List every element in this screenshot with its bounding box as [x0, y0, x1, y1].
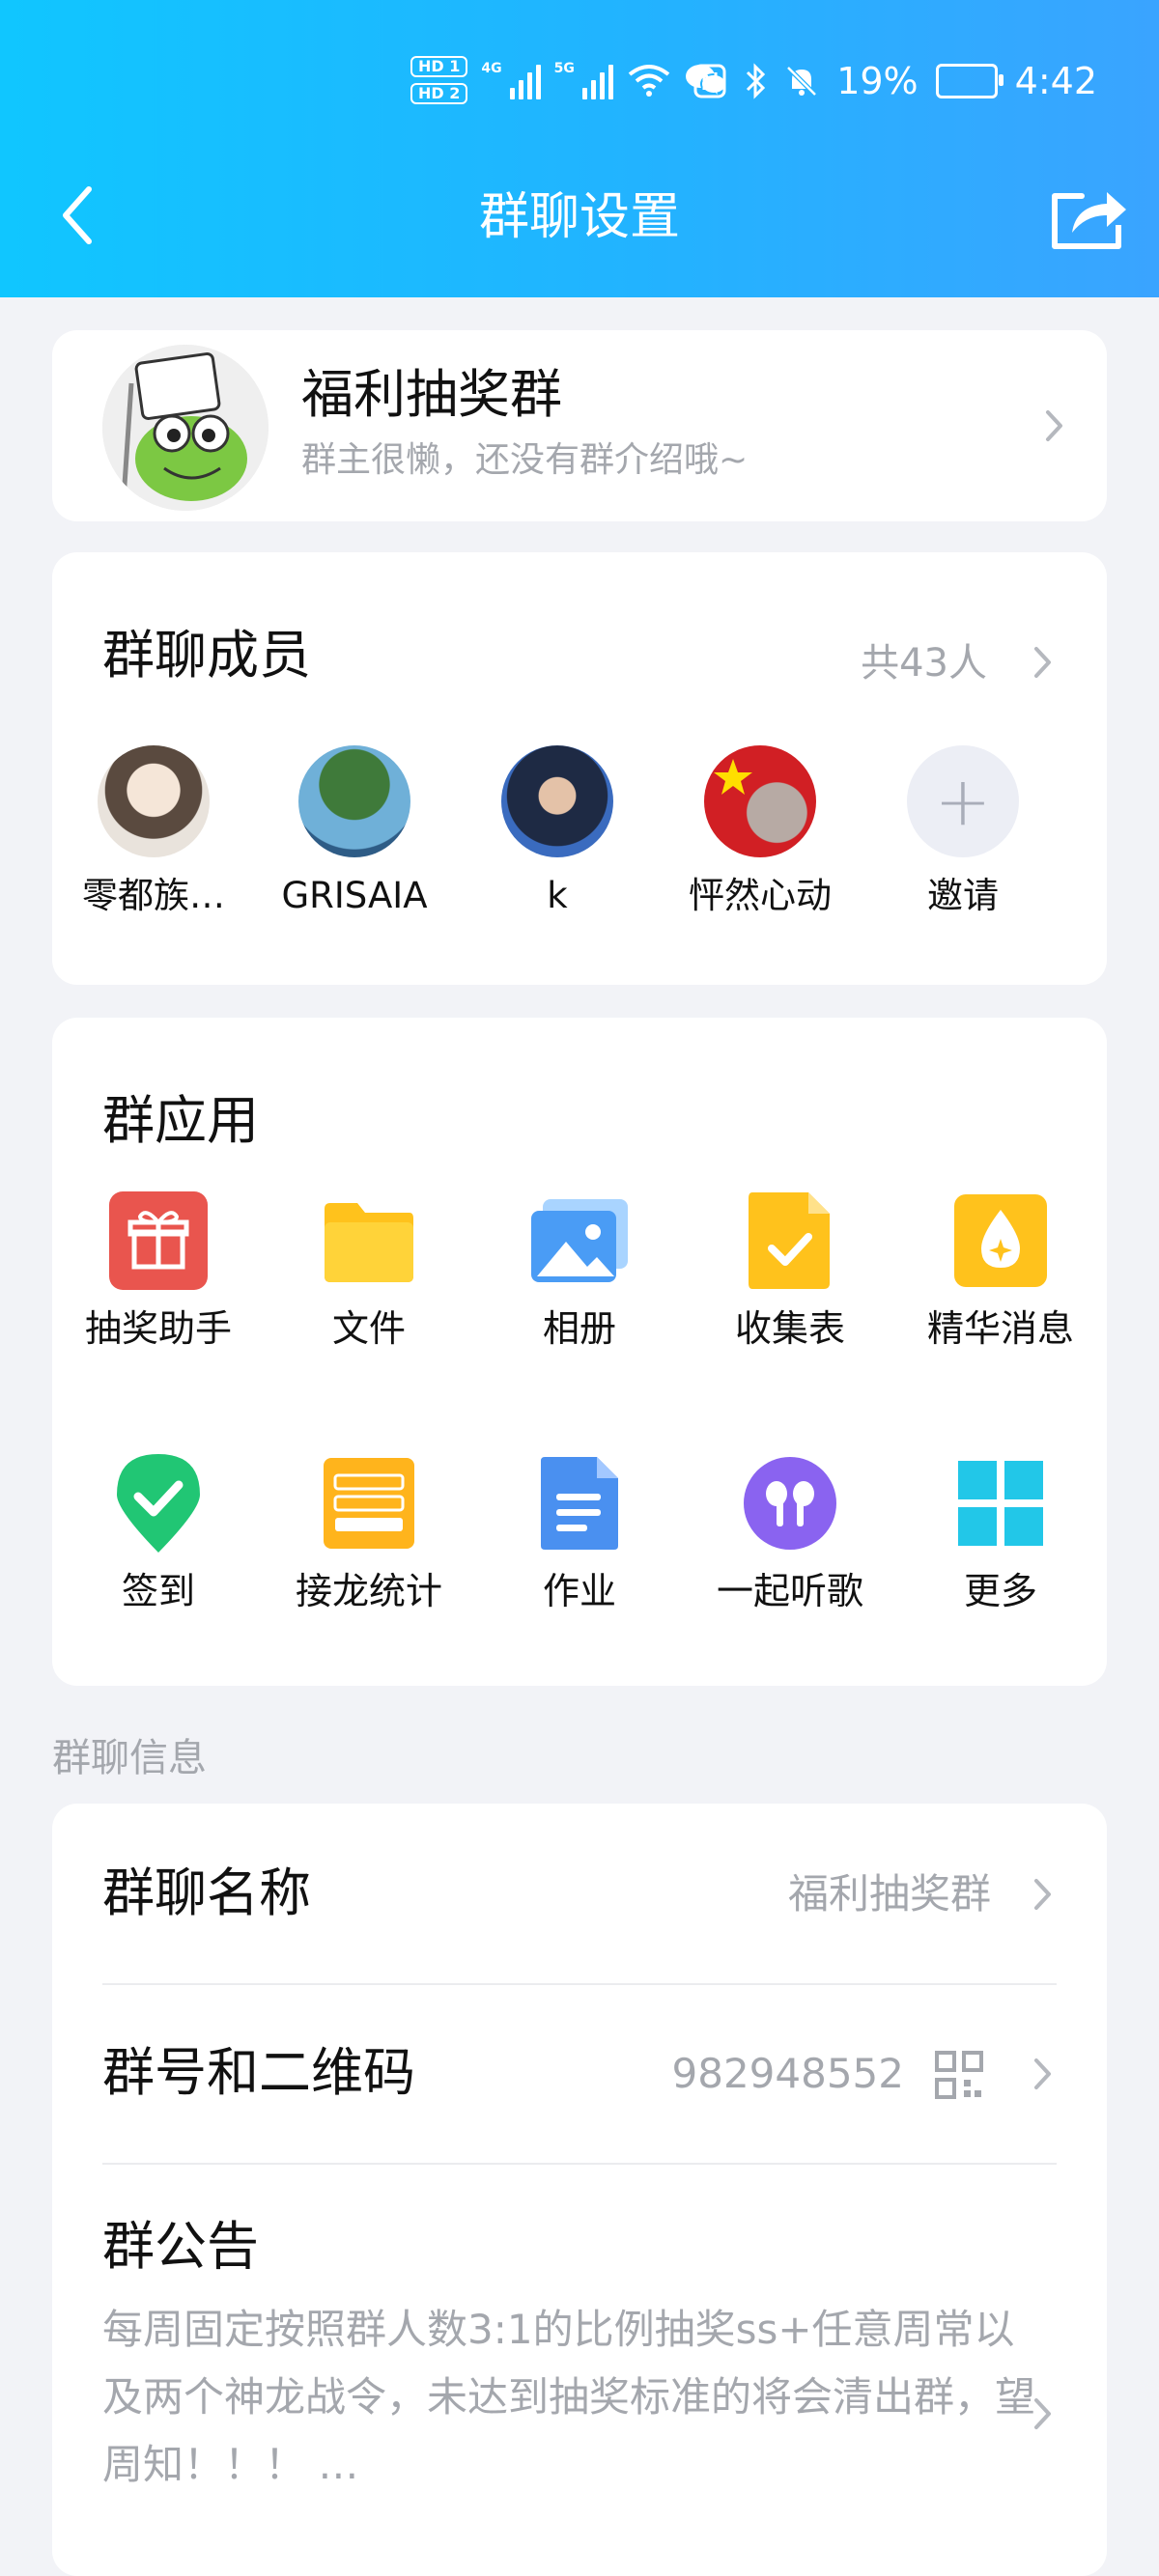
member-avatar	[704, 745, 816, 857]
signal-5g-icon: 5G	[554, 61, 613, 99]
battery-icon	[935, 64, 1004, 98]
member-avatar	[98, 745, 210, 857]
members-title: 群聊成员	[102, 625, 311, 686]
invite-label: 邀请	[927, 875, 999, 916]
member-item[interactable]: GRISAIA	[253, 745, 456, 925]
member-name: k	[547, 875, 568, 916]
more-grid-icon	[947, 1450, 1054, 1556]
app-label: 更多	[963, 1570, 1037, 1612]
chevron-right-icon	[1028, 2394, 1057, 2433]
invite-member-button[interactable]: + 邀请	[862, 745, 1064, 925]
mute-bell-icon	[786, 66, 817, 97]
member-item[interactable]: 零都族…	[52, 745, 255, 925]
chevron-right-icon	[1039, 406, 1068, 445]
folder-icon	[316, 1188, 422, 1294]
app-essence-messages[interactable]: 精华消息	[894, 1188, 1107, 1356]
wifi-icon	[628, 65, 670, 97]
group-name-label: 群聊名称	[102, 1862, 311, 1923]
app-label: 精华消息	[926, 1307, 1074, 1350]
member-item[interactable]: 怦然心动	[659, 745, 862, 925]
homework-icon	[526, 1450, 633, 1556]
app-label: 文件	[331, 1307, 406, 1350]
chevron-right-icon	[1028, 2055, 1057, 2093]
member-count[interactable]: 共43人	[861, 639, 987, 687]
app-checkin[interactable]: 签到	[52, 1450, 265, 1618]
qr-code-icon	[935, 2051, 983, 2099]
app-label: 收集表	[734, 1307, 845, 1350]
net1-label: 4G	[481, 61, 502, 76]
status-bar: HD 1 HD 2 4G 5G 19% 4:42	[0, 0, 1159, 174]
app-label: 签到	[121, 1570, 195, 1612]
app-label: 一起听歌	[716, 1570, 863, 1612]
group-number-label: 群号和二维码	[102, 2042, 415, 2103]
member-avatar	[298, 745, 410, 857]
member-name: 怦然心动	[689, 875, 832, 916]
relay-stats-icon	[316, 1450, 422, 1556]
nfc-icon	[693, 64, 726, 98]
app-relay-stats[interactable]: 接龙统计	[263, 1450, 475, 1618]
group-number-row[interactable]: 群号和二维码 982948552	[52, 1985, 1107, 2163]
earbuds-icon	[737, 1450, 843, 1556]
member-name: GRISAIA	[281, 875, 428, 916]
plus-icon: +	[907, 745, 1019, 857]
net2-label: 5G	[553, 61, 575, 76]
group-name-value: 福利抽奖群	[787, 1870, 991, 1918]
collection-form-icon	[737, 1188, 843, 1294]
page-title: 群聊设置	[478, 188, 680, 246]
chevron-right-icon	[1028, 1875, 1057, 1914]
clock: 4:42	[1014, 60, 1097, 102]
member-item[interactable]: k	[456, 745, 659, 925]
signal-4g-icon: 4G	[481, 61, 541, 99]
share-button[interactable]	[1043, 179, 1130, 256]
checkin-icon	[105, 1450, 212, 1556]
app-more[interactable]: 更多	[894, 1450, 1107, 1618]
header-bar: HD 1 HD 2 4G 5G 19% 4:42 群聊设置	[0, 0, 1159, 297]
gift-icon	[105, 1188, 212, 1294]
member-name: 零都族…	[82, 875, 225, 916]
chevron-right-icon[interactable]	[1028, 643, 1057, 682]
app-label: 抽奖助手	[84, 1307, 232, 1350]
group-info-card: 群聊名称 福利抽奖群 群号和二维码 982948552 群公告 每周固定按照群人…	[52, 1804, 1107, 2576]
hd2-badge: HD 2	[410, 83, 468, 104]
group-notice-label: 群公告	[102, 2216, 259, 2277]
essence-message-icon	[947, 1188, 1054, 1294]
bluetooth-icon	[747, 63, 766, 99]
app-album[interactable]: 相册	[473, 1188, 686, 1356]
section-label-group-info: 群聊信息	[52, 1736, 207, 1780]
group-name: 福利抽奖群	[301, 364, 562, 425]
app-files[interactable]: 文件	[263, 1188, 475, 1356]
app-label: 相册	[542, 1307, 616, 1350]
app-label: 作业	[542, 1570, 616, 1612]
photo-album-icon	[526, 1188, 633, 1294]
member-avatar	[501, 745, 613, 857]
group-name-row[interactable]: 群聊名称 福利抽奖群	[52, 1804, 1107, 1983]
app-label: 接龙统计	[295, 1570, 442, 1612]
group-apps-card: 群应用 抽奖助手 文件 相册 收集表 精华消息 签到 接龙统计 作业 一起听歌 …	[52, 1018, 1107, 1686]
app-homework[interactable]: 作业	[473, 1450, 686, 1618]
group-profile-card[interactable]: 福利抽奖群 群主很懒，还没有群介绍哦~	[52, 330, 1107, 521]
group-description: 群主很懒，还没有群介绍哦~	[301, 440, 749, 480]
group-avatar	[102, 345, 269, 511]
group-number-value: 982948552	[671, 2050, 905, 2097]
group-notice-row[interactable]: 群公告 每周固定按照群人数3:1的比例抽奖ss+任意周常以及两个神龙战令，未达到…	[52, 2165, 1107, 2570]
group-notice-text: 每周固定按照群人数3:1的比例抽奖ss+任意周常以及两个神龙战令，未达到抽奖标准…	[102, 2306, 1036, 2488]
app-lottery-assistant[interactable]: 抽奖助手	[52, 1188, 265, 1356]
app-collection-form[interactable]: 收集表	[684, 1188, 896, 1356]
share-icon	[1052, 192, 1126, 249]
battery-percent: 19%	[836, 60, 919, 102]
apps-title: 群应用	[102, 1090, 259, 1151]
hd1-badge: HD 1	[410, 56, 468, 77]
app-listen-together[interactable]: 一起听歌	[684, 1450, 896, 1618]
members-card: 群聊成员 共43人 零都族… GRISAIA k 怦然心动 + 邀请	[52, 552, 1107, 985]
